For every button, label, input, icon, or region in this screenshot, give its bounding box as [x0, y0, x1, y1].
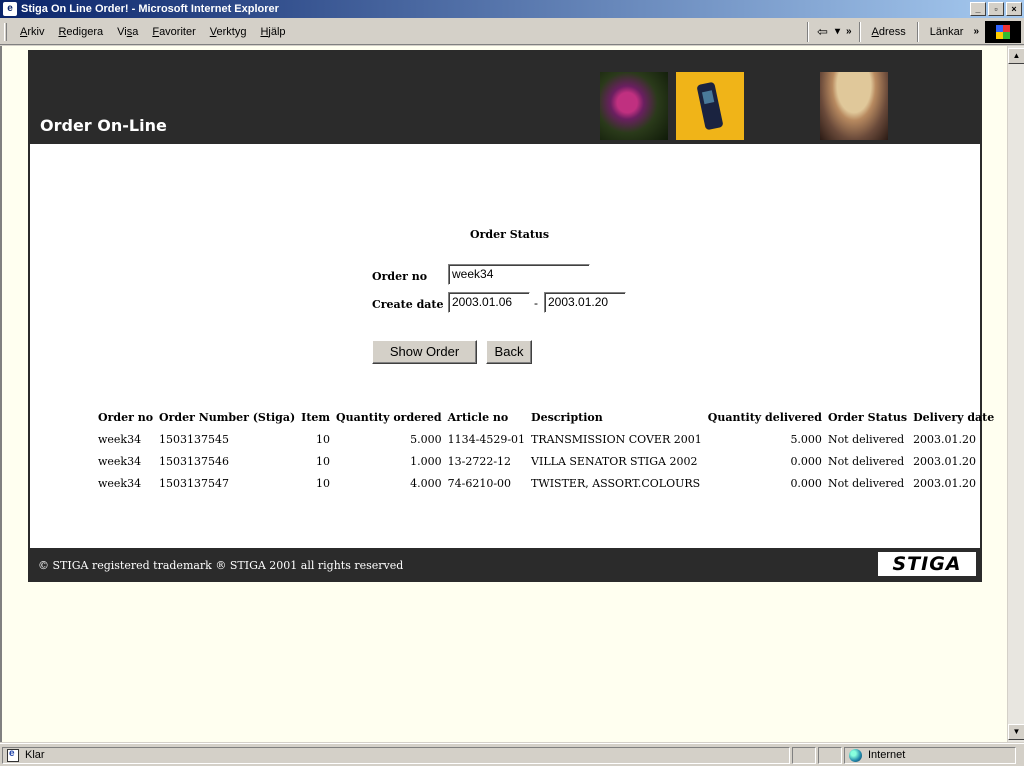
col-quantity-ordered: Quantity ordered: [336, 410, 442, 424]
vertical-scrollbar[interactable]: ▲ ▼: [1007, 46, 1024, 742]
ie-app-icon[interactable]: e: [3, 2, 17, 16]
page-viewport: e Order On-Line Order Status Order no we…: [0, 46, 1007, 742]
menu-verktyg[interactable]: Verktyg: [203, 26, 254, 38]
menu-bar: Arkiv Redigera Visa Favoriter Verktyg Hj…: [0, 19, 1024, 45]
order-no-label: Order no: [372, 270, 428, 283]
close-button[interactable]: ×: [1006, 2, 1022, 16]
address-label[interactable]: Adress: [865, 26, 913, 38]
cell-description: VILLA SENATOR STIGA 2002: [531, 454, 698, 468]
table-header-row: Order no Order Number (Stiga) Item Quant…: [96, 406, 998, 428]
cell-quantity-ordered: 5.000: [410, 432, 442, 446]
cell-item: 10: [316, 432, 331, 446]
col-item: Item: [301, 410, 331, 424]
scroll-up-arrow-icon[interactable]: ▲: [1008, 48, 1024, 64]
cell-article-no: 13-2722-12: [447, 454, 512, 468]
cell-order-status: Not delivered: [827, 454, 905, 468]
toolbar-separator: [858, 21, 861, 42]
cell-quantity-ordered: 1.000: [410, 454, 442, 468]
page-title: Order On-Line: [40, 116, 167, 135]
toolbar-grip[interactable]: [4, 22, 7, 41]
date-separator: -: [534, 296, 538, 310]
col-description: Description: [531, 410, 603, 424]
date-from-input[interactable]: 2003.01.06: [448, 292, 530, 313]
stiga-logo: STIGA: [878, 552, 976, 576]
cell-quantity-delivered: 0.000: [790, 454, 822, 468]
order-no-input[interactable]: week34: [448, 264, 590, 285]
menu-favoriter[interactable]: Favoriter: [145, 26, 202, 38]
scroll-down-arrow-icon[interactable]: ▼: [1008, 724, 1024, 740]
links-chevron-icon[interactable]: »: [970, 26, 982, 37]
security-zone[interactable]: Internet: [844, 746, 1016, 764]
menu-hjalp[interactable]: Hjälp: [253, 26, 292, 38]
page-loaded-icon: [7, 748, 19, 762]
status-cell: [818, 746, 842, 764]
window-title: Stiga On Line Order! - Microsoft Interne…: [21, 3, 279, 15]
show-order-button[interactable]: Show Order: [372, 340, 477, 364]
cell-delivery-date: 2003.01.20: [913, 476, 977, 490]
date-to-input[interactable]: 2003.01.20: [544, 292, 626, 313]
page-header: Order On-Line: [28, 50, 982, 144]
back-arrow-icon[interactable]: ⇦: [813, 24, 832, 40]
minimize-button[interactable]: _: [970, 2, 986, 16]
cell-item: 10: [316, 454, 331, 468]
col-delivery-date: Delivery date: [913, 410, 995, 424]
cell-article-no: 1134-4529-01: [447, 432, 526, 446]
table-row: week34 1503137546 10 1.000 13-2722-12 VI…: [96, 450, 998, 472]
flowers-photo: [600, 72, 668, 140]
globe-icon: [849, 748, 862, 762]
cell-order-status: Not delivered: [827, 432, 905, 446]
table-row: week34 1503137547 10 4.000 74-6210-00 TW…: [96, 472, 998, 494]
col-article-no: Article no: [447, 410, 509, 424]
cell-order-no: week34: [98, 476, 142, 490]
woman-hat-photo: [820, 72, 888, 140]
cell-item: 10: [316, 476, 331, 490]
mobile-phone-photo: [676, 72, 744, 140]
cell-order-status: Not delivered: [827, 476, 905, 490]
col-order-number-stiga: Order Number (Stiga): [159, 410, 296, 424]
cell-description: TWISTER, ASSORT.COLOURS: [531, 476, 701, 490]
page-content: Order Status Order no week34 Create date…: [28, 144, 994, 548]
cell-description: TRANSMISSION COVER 2001: [531, 432, 702, 446]
table-row: week34 1503137545 10 5.000 1134-4529-01 …: [96, 428, 998, 450]
cell-order-number: 1503137547: [159, 476, 230, 490]
col-quantity-delivered: Quantity delivered: [707, 410, 822, 424]
links-label[interactable]: Länkar: [923, 26, 971, 38]
col-order-no: Order no: [98, 410, 154, 424]
cell-article-no: 74-6210-00: [447, 476, 512, 490]
cell-order-number: 1503137546: [159, 454, 230, 468]
cell-order-no: week34: [98, 432, 142, 446]
menu-arkiv[interactable]: Arkiv: [13, 26, 51, 38]
order-status-table: Order no Order Number (Stiga) Item Quant…: [96, 406, 998, 494]
back-dropdown-icon[interactable]: ▾: [832, 26, 843, 37]
cell-quantity-delivered: 0.000: [790, 476, 822, 490]
toolbar-chevron-icon[interactable]: »: [843, 26, 855, 37]
cell-order-number: 1503137545: [159, 432, 230, 446]
restore-button[interactable]: ▫: [988, 2, 1004, 16]
copyright-text: © STIGA registered trademark ® STIGA 200…: [38, 559, 404, 572]
toolbar-separator: [807, 21, 810, 42]
menu-visa[interactable]: Visa: [110, 26, 145, 38]
cell-quantity-delivered: 5.000: [790, 432, 822, 446]
stiga-page: Order On-Line Order Status Order no week…: [28, 50, 994, 582]
window-titlebar: e Stiga On Line Order! - Microsoft Inter…: [0, 0, 1024, 18]
section-title: Order Status: [470, 228, 550, 241]
toolbar-separator: [916, 21, 919, 42]
cell-order-no: week34: [98, 454, 142, 468]
status-bar: Klar Internet: [0, 743, 1024, 766]
cell-quantity-ordered: 4.000: [410, 476, 442, 490]
page-footer: © STIGA registered trademark ® STIGA 200…: [28, 548, 982, 582]
windows-logo-icon: [985, 20, 1021, 43]
cell-delivery-date: 2003.01.20: [913, 432, 977, 446]
status-text: Klar: [25, 749, 45, 761]
status-cell: [792, 746, 816, 764]
menu-redigera[interactable]: Redigera: [51, 26, 110, 38]
back-button[interactable]: Back: [486, 340, 532, 364]
cell-delivery-date: 2003.01.20: [913, 454, 977, 468]
create-date-label: Create date: [372, 298, 444, 311]
status-main: Klar: [2, 746, 790, 764]
col-order-status: Order Status: [827, 410, 908, 424]
zone-label: Internet: [868, 749, 906, 761]
